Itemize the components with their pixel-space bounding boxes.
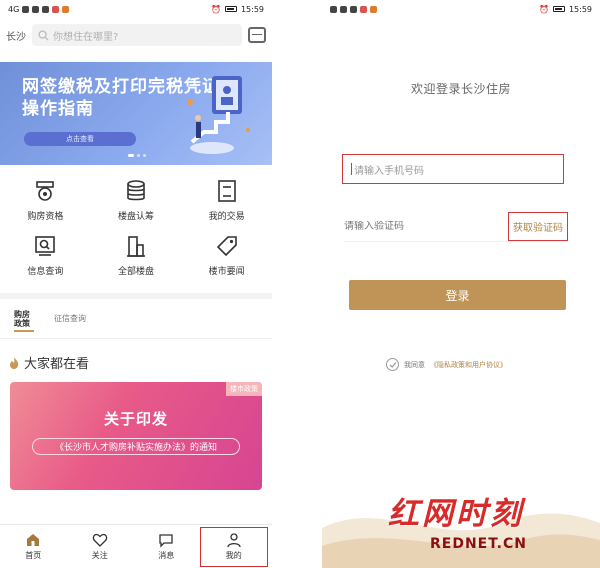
grid-item-my-trades[interactable]: 我的交易 [181, 179, 272, 222]
verification-row: 获取验证码 [344, 212, 568, 242]
grid-label: 我的交易 [208, 212, 245, 222]
status-right: ⏰ 15:59 [539, 5, 592, 14]
building-icon [126, 236, 145, 257]
news-card[interactable]: 楼市政策 关于印发 《长沙市人才购房补贴实施办法》的通知 [10, 382, 262, 490]
wifi-icon [32, 5, 40, 13]
nav-follow[interactable]: 关注 [67, 532, 134, 561]
coins-icon [127, 180, 145, 201]
app-notification-icon [360, 5, 367, 13]
promo-banner[interactable]: 网签缴税及打印完税凭证操作指南 点击查看 [0, 62, 272, 165]
status-icons [330, 5, 377, 13]
agreement-row: 我同意 《隐私政策和用户协议》 [386, 358, 507, 371]
network-label: 4G [8, 4, 20, 14]
text-caret [351, 163, 352, 175]
search-doc-icon [35, 236, 56, 256]
watermark-url: REDNET.CN [430, 536, 527, 552]
welcome-title: 欢迎登录长沙住房 [410, 82, 511, 96]
login-button[interactable]: 登录 [349, 280, 566, 310]
policy-tabs: 购房政策 征信查询 [0, 299, 272, 339]
grid-item-market-news[interactable]: 楼市要闻 [181, 234, 272, 277]
wifi-icon [340, 5, 347, 13]
banner-illustration [187, 76, 250, 154]
section-heading: 大家都在看 [0, 339, 272, 382]
nav-label: 关注 [91, 551, 108, 560]
card-badge: 楼市政策 [226, 382, 262, 396]
check-icon [389, 361, 396, 368]
grid-label: 楼盘认筹 [117, 212, 154, 222]
card-title: 关于印发 [103, 410, 168, 428]
flame-icon [10, 356, 19, 369]
chat-icon [159, 534, 173, 548]
privacy-policy-link[interactable]: 《隐私政策和用户协议》 [430, 360, 507, 370]
qualification-icon [36, 181, 55, 201]
watermark: 红网时刻 REDNET.CN [388, 488, 588, 558]
verification-code-input[interactable] [344, 221, 464, 232]
city-selector[interactable]: 长沙 [6, 28, 26, 43]
grid-label: 购房资格 [27, 212, 64, 222]
tab-credit-query[interactable]: 征信查询 [54, 313, 86, 324]
nav-label: 我的 [225, 551, 242, 560]
document-icon [217, 180, 236, 202]
tab-purchase-policy[interactable]: 购房政策 [14, 310, 34, 332]
grid-label: 全部楼盘 [117, 267, 154, 277]
phone-number-input[interactable]: 请输入手机号码 [342, 154, 564, 184]
status-right: ⏰ 15:59 [211, 5, 264, 14]
agree-checkbox[interactable] [386, 358, 399, 371]
nav-label: 首页 [25, 551, 42, 560]
nav-home[interactable]: 首页 [0, 532, 67, 561]
clock: 15:59 [568, 4, 592, 14]
user-icon [227, 533, 241, 548]
nav-label: 消息 [158, 551, 175, 560]
app-notification-icon [52, 5, 60, 13]
nav-mine[interactable]: 我的 [199, 526, 268, 567]
bottom-nav: 首页 关注 消息 我的 [0, 524, 272, 568]
app-notification-icon [42, 5, 50, 13]
heart-icon [92, 533, 107, 547]
home-icon [27, 534, 40, 546]
home-screen: 4G ⏰ 15:59 长沙 你想住在哪里? 网签缴税及打印完税凭证操作指南 点击… [0, 0, 272, 568]
alarm-icon: ⏰ [210, 4, 221, 14]
alarm-icon: ⏰ [538, 4, 549, 14]
signal-icon [22, 5, 30, 13]
login-screen: ⏰ 15:59 欢迎登录长沙住房 请输入手机号码 获取验证码 登录 我同意 《隐… [322, 0, 600, 568]
agree-text: 我同意 [404, 360, 425, 369]
scan-icon[interactable] [248, 27, 266, 43]
tag-icon [216, 236, 237, 257]
battery-icon [224, 6, 237, 12]
status-icons: 4G [8, 4, 70, 14]
signal-icon [330, 5, 337, 13]
app-notification-icon [370, 5, 377, 13]
status-bar: ⏰ 15:59 [322, 0, 600, 18]
status-bar: 4G ⏰ 15:59 [0, 0, 272, 18]
grid-item-info-query[interactable]: 信息查询 [0, 234, 91, 277]
search-icon [38, 29, 49, 41]
card-subtitle: 《长沙市人才购房补贴实施办法》的通知 [32, 438, 240, 455]
banner-pagination [128, 154, 146, 157]
get-code-button[interactable]: 获取验证码 [508, 212, 568, 241]
feature-grid: 购房资格 楼盘认筹 我的交易 信息查询 全部楼盘 楼市要闻 [0, 165, 272, 285]
grid-item-all-buildings[interactable]: 全部楼盘 [91, 234, 182, 277]
search-placeholder: 你想住在哪里? [53, 31, 119, 43]
grid-label: 信息查询 [27, 267, 64, 277]
grid-item-qualification[interactable]: 购房资格 [0, 179, 91, 222]
app-notification-icon [350, 5, 357, 13]
grid-item-subscription[interactable]: 楼盘认筹 [91, 179, 182, 222]
banner-view-button[interactable]: 点击查看 [24, 132, 136, 146]
clock: 15:59 [240, 4, 264, 14]
watermark-logo: 红网时刻 [388, 496, 524, 532]
search-input[interactable]: 你想住在哪里? [32, 24, 242, 46]
section-title: 大家都在看 [24, 357, 90, 372]
app-notification-icon [62, 5, 70, 13]
grid-label: 楼市要闻 [208, 267, 245, 277]
nav-messages[interactable]: 消息 [133, 532, 200, 561]
battery-icon [552, 6, 565, 12]
phone-placeholder: 请输入手机号码 [354, 165, 424, 177]
top-bar: 长沙 你想住在哪里? [0, 18, 272, 52]
